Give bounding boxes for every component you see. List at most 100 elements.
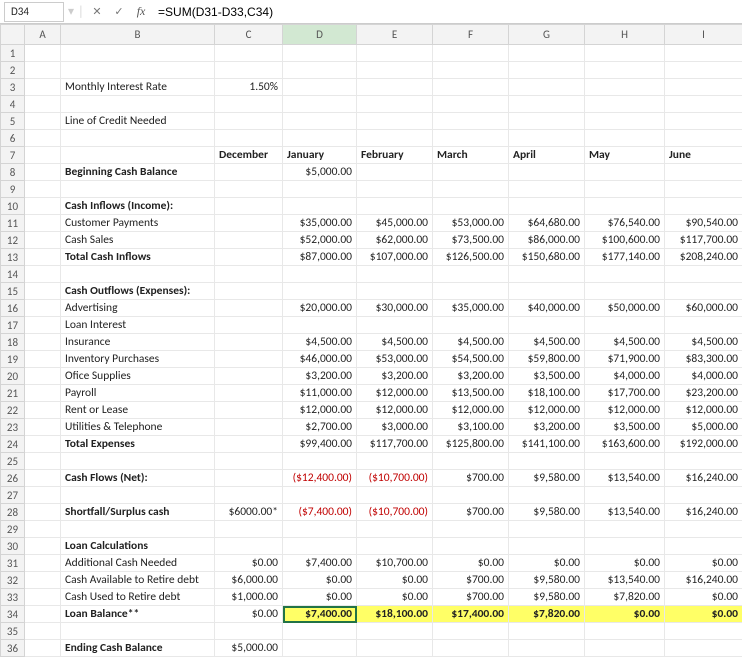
cell-C28[interactable]: $6000.00* [215,504,283,521]
row-header-31[interactable]: 31 [1,555,25,572]
cell-I34[interactable]: $0.00 [665,606,742,623]
cell-F15[interactable] [433,283,509,300]
cell-F22[interactable]: $12,000.00 [433,402,509,419]
cell-F8[interactable] [433,164,509,181]
cell-D2[interactable] [283,62,357,79]
cell-C18[interactable] [215,334,283,351]
cell-E32[interactable]: $0.00 [357,572,433,589]
cell-A26[interactable] [25,470,61,487]
cell-A23[interactable] [25,419,61,436]
cancel-icon[interactable]: ✕ [88,5,106,18]
cell-C12[interactable] [215,232,283,249]
cell-B11[interactable]: Customer Payments [61,215,215,232]
row-header-6[interactable]: 6 [1,130,25,147]
cell-D22[interactable]: $12,000.00 [283,402,357,419]
cell-A5[interactable] [25,113,61,130]
cell-A10[interactable] [25,198,61,215]
cell-B7[interactable] [61,147,215,164]
cell-B18[interactable]: Insurance [61,334,215,351]
cell-F34[interactable]: $17,400.00 [433,606,509,623]
cell-F17[interactable] [433,317,509,334]
cell-I27[interactable] [665,487,742,504]
cell-D35[interactable] [283,623,357,640]
cell-F31[interactable]: $0.00 [433,555,509,572]
cell-G19[interactable]: $59,800.00 [509,351,585,368]
cell-D16[interactable]: $20,000.00 [283,300,357,317]
column-header-H[interactable]: H [585,25,665,45]
cell-B22[interactable]: Rent or Lease [61,402,215,419]
fx-icon[interactable]: fx [132,4,150,19]
cell-E31[interactable]: $10,700.00 [357,555,433,572]
cell-I1[interactable] [665,45,742,62]
cell-D29[interactable] [283,521,357,538]
cell-F28[interactable]: $700.00 [433,504,509,521]
cell-E1[interactable] [357,45,433,62]
cell-I25[interactable] [665,453,742,470]
cell-H26[interactable]: $13,540.00 [585,470,665,487]
cell-H25[interactable] [585,453,665,470]
cell-E10[interactable] [357,198,433,215]
cell-C11[interactable] [215,215,283,232]
cell-H1[interactable] [585,45,665,62]
cell-E34[interactable]: $18,100.00 [357,606,433,623]
cell-A13[interactable] [25,249,61,266]
cell-I32[interactable]: $16,240.00 [665,572,742,589]
cell-G32[interactable]: $9,580.00 [509,572,585,589]
cell-C4[interactable] [215,96,283,113]
row-header-18[interactable]: 18 [1,334,25,351]
cell-I29[interactable] [665,521,742,538]
cell-H12[interactable]: $100,600.00 [585,232,665,249]
cell-A3[interactable] [25,79,61,96]
cell-D33[interactable]: $0.00 [283,589,357,606]
cell-C17[interactable] [215,317,283,334]
row-header-26[interactable]: 26 [1,470,25,487]
cell-E35[interactable] [357,623,433,640]
row-header-15[interactable]: 15 [1,283,25,300]
cell-D25[interactable] [283,453,357,470]
cell-E16[interactable]: $30,000.00 [357,300,433,317]
cell-D4[interactable] [283,96,357,113]
cell-I12[interactable]: $117,700.00 [665,232,742,249]
cell-H22[interactable]: $12,000.00 [585,402,665,419]
column-header-G[interactable]: G [509,25,585,45]
cell-G3[interactable] [509,79,585,96]
cell-B1[interactable] [61,45,215,62]
cell-H21[interactable]: $17,700.00 [585,385,665,402]
cell-A11[interactable] [25,215,61,232]
cell-A29[interactable] [25,521,61,538]
cell-E26[interactable]: ($10,700.00) [357,470,433,487]
cell-E23[interactable]: $3,000.00 [357,419,433,436]
row-header-16[interactable]: 16 [1,300,25,317]
cell-F4[interactable] [433,96,509,113]
cell-H19[interactable]: $71,900.00 [585,351,665,368]
cell-C9[interactable] [215,181,283,198]
cell-E15[interactable] [357,283,433,300]
cell-G1[interactable] [509,45,585,62]
cell-H27[interactable] [585,487,665,504]
formula-input[interactable] [154,2,738,22]
cell-B35[interactable] [61,623,215,640]
cell-H16[interactable]: $50,000.00 [585,300,665,317]
row-header-34[interactable]: 34 [1,606,25,623]
row-header-22[interactable]: 22 [1,402,25,419]
cell-E18[interactable]: $4,500.00 [357,334,433,351]
cell-F14[interactable] [433,266,509,283]
cell-D32[interactable]: $0.00 [283,572,357,589]
cell-B12[interactable]: Cash Sales [61,232,215,249]
cell-C15[interactable] [215,283,283,300]
cell-H23[interactable]: $3,500.00 [585,419,665,436]
cell-G26[interactable]: $9,580.00 [509,470,585,487]
row-header-36[interactable]: 36 [1,640,25,657]
cell-C13[interactable] [215,249,283,266]
cell-A6[interactable] [25,130,61,147]
cell-I31[interactable]: $0.00 [665,555,742,572]
cell-C34[interactable]: $0.00 [215,606,283,623]
cell-E29[interactable] [357,521,433,538]
cell-F30[interactable] [433,538,509,555]
cell-E8[interactable] [357,164,433,181]
cell-I5[interactable] [665,113,742,130]
cell-G25[interactable] [509,453,585,470]
cell-E36[interactable] [357,640,433,657]
cell-A2[interactable] [25,62,61,79]
cell-A9[interactable] [25,181,61,198]
